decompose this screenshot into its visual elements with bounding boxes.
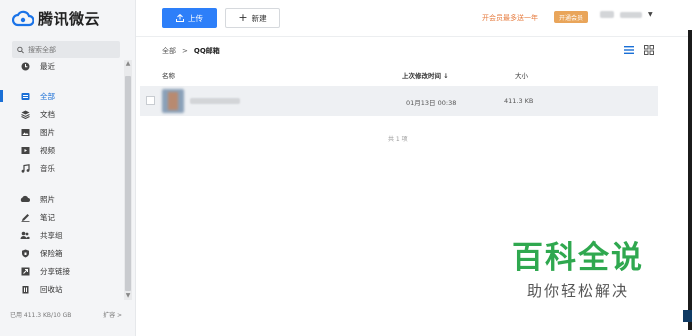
window-edge [688,30,692,330]
pen-icon [20,212,30,222]
top-toolbar: 上传 + 新建 开会员最多送一年 开通会员 ▼ [136,0,692,37]
breadcrumb-separator: > [182,47,188,55]
chevron-down-icon: ▼ [648,11,653,18]
sidebar-item-all[interactable]: 全部 [0,87,126,105]
user-menu[interactable]: ▼ [600,11,653,18]
sidebar-item-recent[interactable]: 最近 [0,57,126,75]
sidebar-item-label: 音乐 [40,163,55,173]
cloud-photo-icon [20,194,30,204]
video-icon [20,145,30,155]
search-input[interactable] [28,45,120,54]
share-link-icon [20,266,30,276]
folder-icon [20,91,30,101]
cloud-logo-icon [12,10,34,26]
vip-promo-text[interactable]: 开会员最多送一年 [482,13,538,23]
sidebar-item-label: 保险箱 [40,248,63,258]
app-logo[interactable]: 腾讯微云 [12,8,100,29]
watermark-title: 百科全说 [512,240,644,276]
taskbar-chip [683,310,692,322]
clock-icon [20,61,30,71]
sidebar-item-safe-box[interactable]: 保险箱 [0,244,126,262]
sidebar-nav-top: 最近 [0,57,126,75]
sidebar-nav-services: 照片 笔记 共享组 保险箱 分享链接 回收站 [0,190,126,298]
brand-name: 腾讯微云 [38,10,101,28]
sidebar-item-music[interactable]: 音乐 [0,159,126,177]
breadcrumb: 全部 > QQ邮箱 [162,46,220,56]
search-icon [17,46,24,53]
sidebar-item-label: 照片 [40,194,55,204]
list-view-icon[interactable] [624,45,634,55]
file-modified: 01月13日 00:38 [406,99,457,107]
sidebar-nav-files: 全部 文档 图片 视频 音乐 [0,87,126,177]
plus-icon: + [238,11,248,24]
upload-label: 上传 [188,13,203,23]
watermark: 百科全说 助你轻松解决 [508,240,648,301]
storage-used: 已用 411.3 KB/10 GB [10,312,72,319]
sidebar-item-photos[interactable]: 照片 [0,190,126,208]
layers-icon [20,109,30,119]
trash-icon [20,284,30,294]
scroll-down-icon[interactable]: ▼ [124,292,132,300]
upload-button[interactable]: 上传 [162,8,217,28]
search-box[interactable] [12,41,120,58]
breadcrumb-current: QQ邮箱 [193,47,220,55]
table-row[interactable]: 01月13日 00:38 411.3 KB [140,86,658,116]
sidebar-item-shared-groups[interactable]: 共享组 [0,226,126,244]
sidebar-item-label: 文档 [40,109,55,119]
file-size: 411.3 KB [504,97,534,105]
sidebar-item-label: 共享组 [40,230,63,240]
image-icon [20,127,30,137]
grid-view-icon[interactable] [644,45,654,55]
sidebar-item-notes[interactable]: 笔记 [0,208,126,226]
sidebar-item-label: 笔记 [40,212,55,222]
sidebar-item-label: 回收站 [40,284,63,294]
scrollbar-thumb[interactable] [125,76,131,291]
sidebar-item-label: 全部 [40,91,55,101]
column-header-modified[interactable]: 上次修改时间 ↓ [402,70,449,80]
watermark-subtitle: 助你轻松解决 [526,282,629,300]
column-header-size[interactable]: 大小 [515,70,528,80]
sidebar-item-label: 分享链接 [40,266,70,276]
file-thumbnail [162,89,184,113]
expand-storage-link[interactable]: 扩容 > [103,310,122,319]
avatar [600,11,614,18]
sidebar-item-docs[interactable]: 文档 [0,105,126,123]
storage-info: 已用 411.3 KB/10 GB 扩容 > [10,310,122,319]
scroll-up-icon[interactable]: ▲ [124,60,132,68]
sidebar-item-share-links[interactable]: 分享链接 [0,262,126,280]
open-vip-button[interactable]: 开通会员 [554,11,588,23]
upload-icon [176,14,184,22]
sidebar-item-videos[interactable]: 视频 [0,141,126,159]
new-button[interactable]: + 新建 [225,8,280,28]
music-icon [20,163,30,173]
file-name[interactable] [190,98,240,104]
item-count: 共 1 项 [388,136,408,143]
sidebar-scrollbar[interactable]: ▲ ▼ [124,60,132,300]
sidebar-item-label: 图片 [40,127,55,137]
shield-icon [20,248,30,258]
breadcrumb-root[interactable]: 全部 [162,46,176,56]
sidebar-item-label: 视频 [40,145,55,155]
sidebar-item-label: 最近 [40,61,55,71]
users-icon [20,230,30,240]
sidebar-item-images[interactable]: 图片 [0,123,126,141]
sidebar: 腾讯微云 最近 全部 文档 图片 视频 [0,0,136,336]
sidebar-item-recycle-bin[interactable]: 回收站 [0,280,126,298]
row-checkbox[interactable] [146,96,155,105]
column-header-name[interactable]: 名称 [162,70,175,80]
username [620,11,642,18]
new-label: 新建 [251,13,267,23]
